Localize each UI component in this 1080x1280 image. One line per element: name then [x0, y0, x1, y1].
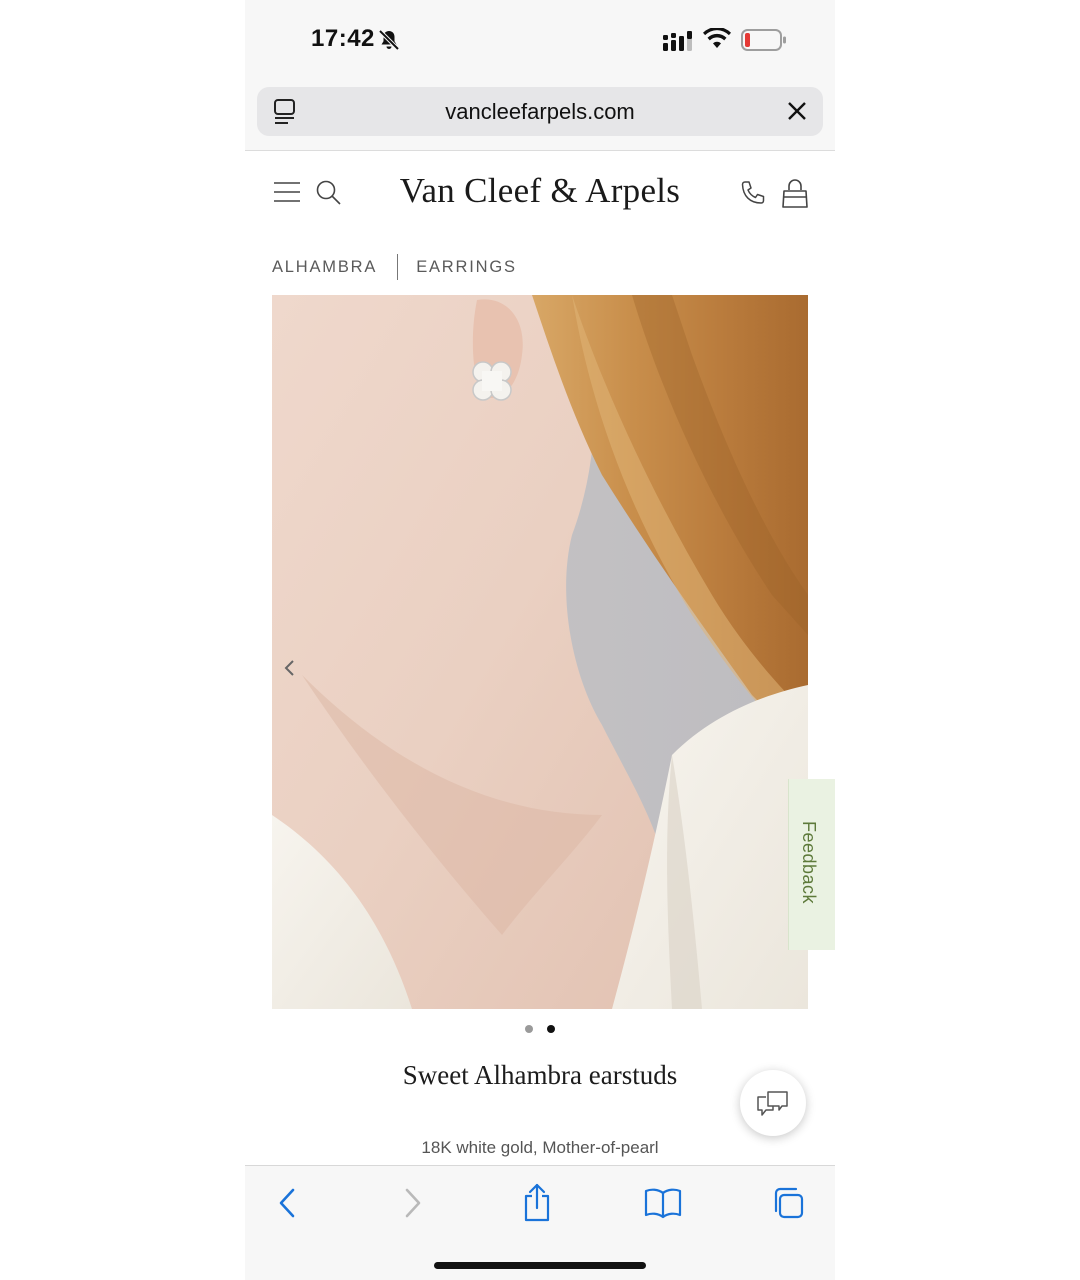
chat-button[interactable]	[740, 1070, 806, 1136]
breadcrumb-item-alhambra[interactable]: ALHAMBRA	[272, 258, 377, 277]
url-text[interactable]: vancleefarpels.com	[257, 99, 823, 125]
cellular-signal-icon	[663, 31, 692, 51]
site-header: Van Cleef & Arpels	[245, 151, 835, 236]
tabs-icon[interactable]	[771, 1186, 805, 1220]
back-icon[interactable]	[275, 1186, 299, 1220]
bell-slash-icon	[378, 29, 400, 51]
battery-low-icon	[741, 29, 786, 51]
product-image[interactable]	[272, 295, 808, 1009]
shopping-bag-icon[interactable]	[781, 177, 809, 209]
chevron-left-icon[interactable]	[280, 653, 300, 683]
feedback-label[interactable]: Feedback	[798, 821, 819, 904]
breadcrumb-separator	[397, 254, 399, 280]
browser-address-area: vancleefarpels.com	[245, 80, 835, 151]
bookmarks-icon[interactable]	[644, 1186, 682, 1220]
carousel-dot-active[interactable]	[547, 1025, 555, 1033]
status-bar: 17:42	[245, 0, 835, 80]
carousel-dots	[245, 1025, 835, 1033]
wifi-icon	[703, 28, 731, 48]
share-icon[interactable]	[522, 1182, 552, 1222]
breadcrumb: ALHAMBRA EARRINGS	[272, 254, 517, 280]
forward-icon[interactable]	[401, 1186, 425, 1220]
breadcrumb-item-earrings[interactable]: EARRINGS	[416, 258, 517, 277]
chat-bubbles-icon	[757, 1091, 788, 1116]
phone-icon[interactable]	[739, 179, 767, 207]
status-time: 17:42	[311, 25, 375, 52]
feedback-tab[interactable]: Feedback	[788, 779, 835, 950]
model-wearing-earstuds-image	[272, 295, 808, 1009]
close-icon[interactable]	[785, 99, 809, 123]
browser-toolbar	[245, 1165, 835, 1280]
carousel-dot[interactable]	[525, 1025, 533, 1033]
phone-screen: 17:42 vancleefarpels.com Van Cleef & Arp…	[245, 0, 835, 1280]
home-indicator[interactable]	[434, 1262, 646, 1269]
address-bar[interactable]: vancleefarpels.com	[257, 87, 823, 136]
product-material: 18K white gold, Mother-of-pearl	[421, 1138, 659, 1157]
